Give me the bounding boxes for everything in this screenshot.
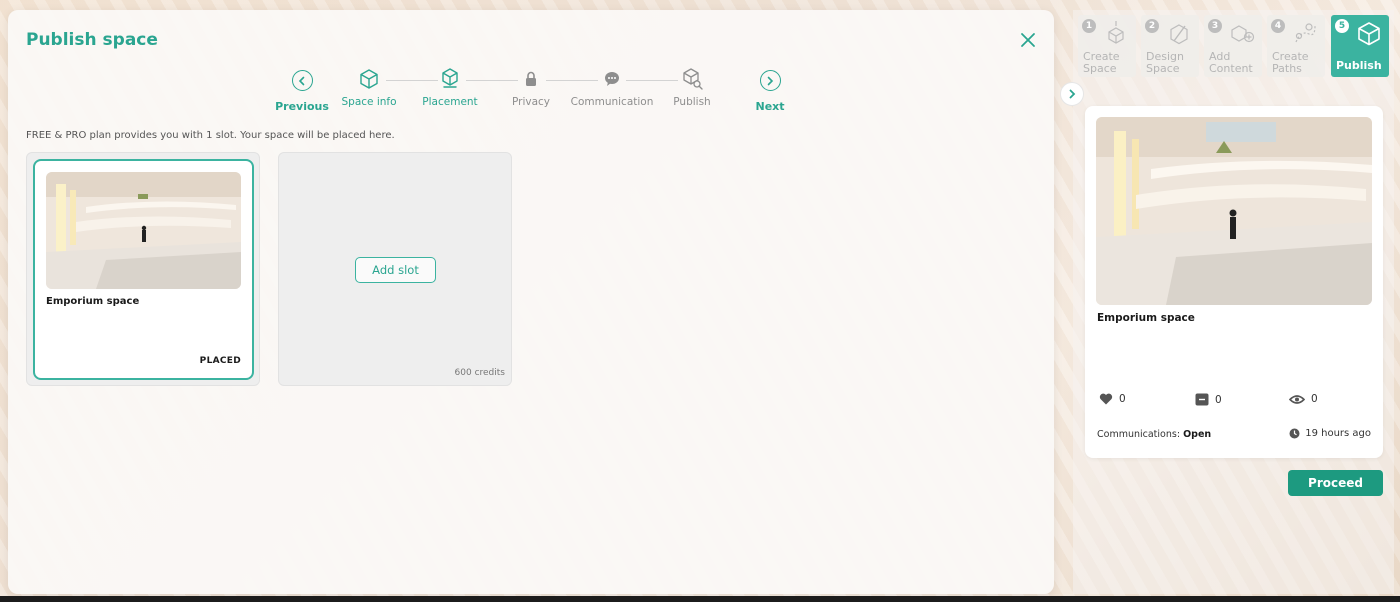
previous-label: Previous xyxy=(275,100,329,113)
next-button[interactable]: Next xyxy=(740,70,800,114)
wizard-tabs: 1 Create Space 2 Design Space 3 Add Content xyxy=(1078,15,1390,78)
likes-stat: 0 xyxy=(1099,393,1126,405)
step-communication[interactable]: Communication xyxy=(567,68,657,108)
views-stat: 0 xyxy=(1289,393,1318,405)
right-panel: 1 Create Space 2 Design Space 3 Add Content xyxy=(1060,10,1394,594)
cube-icon xyxy=(360,69,378,89)
chevron-left-icon xyxy=(291,70,313,91)
step-privacy[interactable]: Privacy xyxy=(486,68,576,108)
publish-cube-icon xyxy=(1358,22,1380,46)
next-label: Next xyxy=(755,100,785,113)
close-button[interactable] xyxy=(1018,30,1038,50)
comment-icon xyxy=(1195,393,1209,406)
space-preview-card: Emporium space 0 0 0 Communications: Ope… xyxy=(1085,106,1383,458)
design-space-icon xyxy=(1170,24,1188,45)
step-placement[interactable]: Placement xyxy=(405,68,495,108)
slot-credits: 600 credits xyxy=(454,368,505,378)
panel-toggle-button[interactable] xyxy=(1060,82,1084,106)
wizard-tab-create-space[interactable]: 1 Create Space xyxy=(1078,15,1136,77)
wizard-tab-publish[interactable]: 5 Publish xyxy=(1331,15,1389,77)
space-thumbnail xyxy=(46,172,241,289)
step-publish[interactable]: Publish xyxy=(647,68,737,108)
chat-icon xyxy=(605,72,619,86)
placement-cube-icon xyxy=(442,68,458,88)
create-space-icon xyxy=(1108,21,1124,44)
comments-count: 0 xyxy=(1215,393,1222,406)
add-slot-button[interactable]: Add slot xyxy=(355,257,436,283)
chevron-right-icon xyxy=(759,70,781,91)
preview-title: Emporium space xyxy=(1097,312,1195,324)
wizard-tab-design-space[interactable]: 2 Design Space xyxy=(1141,15,1199,77)
bottom-bar xyxy=(0,596,1400,602)
create-paths-icon xyxy=(1295,23,1316,43)
placed-space-card[interactable]: Emporium space PLACED xyxy=(33,159,254,380)
wizard-tab-add-content[interactable]: 3 Add Content xyxy=(1204,15,1262,77)
chevron-right-icon xyxy=(1069,89,1076,99)
eye-icon xyxy=(1289,394,1305,404)
preview-thumbnail xyxy=(1096,117,1372,305)
wizard-tab-create-paths[interactable]: 4 Create Paths xyxy=(1267,15,1325,77)
comments-stat: 0 xyxy=(1195,393,1222,406)
cube-search-icon xyxy=(683,68,703,90)
lock-icon xyxy=(526,71,536,86)
placed-status-badge: PLACED xyxy=(199,356,241,366)
last-updated: 19 hours ago xyxy=(1289,428,1371,439)
slot-empty: Add slot 600 credits xyxy=(278,152,512,386)
add-content-icon xyxy=(1231,25,1255,43)
proceed-button[interactable]: Proceed xyxy=(1288,470,1383,496)
views-count: 0 xyxy=(1311,393,1318,405)
plan-info-text: FREE & PRO plan provides you with 1 slot… xyxy=(26,130,395,141)
step-space-info[interactable]: Space info xyxy=(324,68,414,108)
slot-placed: Emporium space PLACED xyxy=(26,152,260,386)
likes-count: 0 xyxy=(1119,393,1126,405)
close-icon xyxy=(1021,33,1035,47)
modal-title: Publish space xyxy=(26,30,158,50)
clock-icon xyxy=(1289,428,1300,439)
space-card-title: Emporium space xyxy=(46,296,140,307)
progress-stepper: Previous Space info Placement Privacy Co… xyxy=(8,68,1054,118)
publish-space-modal: Publish space Previous Space info Placem… xyxy=(8,10,1054,594)
previous-button[interactable]: Previous xyxy=(272,70,332,114)
heart-icon xyxy=(1099,393,1113,405)
communications-status: Communications: Open xyxy=(1097,429,1212,440)
